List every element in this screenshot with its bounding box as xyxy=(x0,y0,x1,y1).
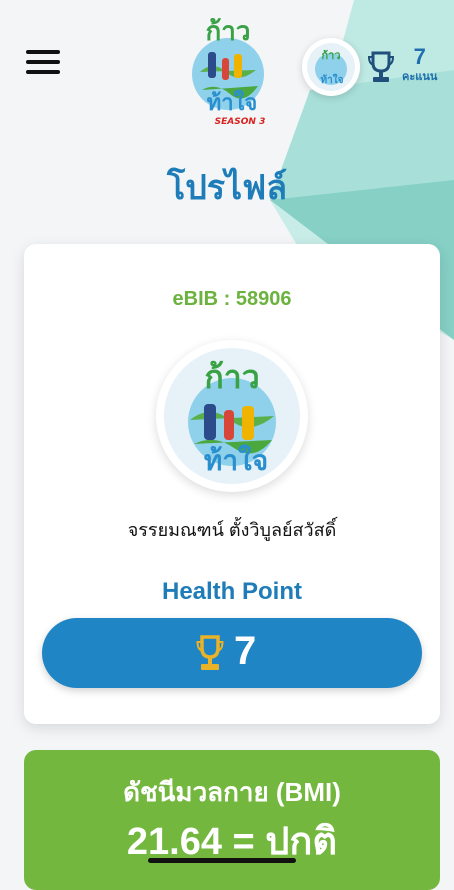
trophy-icon xyxy=(196,635,224,670)
svg-text:ก้าว: ก้าว xyxy=(321,49,340,62)
hamburger-menu-icon[interactable] xyxy=(26,50,62,78)
app-logo: ก้าว ท้าใจ SEASON 3 xyxy=(192,17,266,127)
page-title: โปรไฟล์ xyxy=(166,169,288,207)
avatar[interactable]: ก้าว ท้าใจ xyxy=(302,38,360,96)
header-score: 7 คะแนน xyxy=(402,46,437,84)
trophy-icon xyxy=(368,51,394,82)
bmi-title: ดัชนีมวลกาย (BMI) xyxy=(123,777,341,807)
profile-card: eBIB : 58906 ก้าว ท้าใจ จรรยมณฑน์ ตั้งวิ… xyxy=(24,244,440,724)
profile-avatar[interactable]: ก้าว ท้าใจ xyxy=(156,340,308,492)
score-label: คะแนน xyxy=(402,71,438,83)
health-point-title: Health Point xyxy=(161,578,302,605)
svg-text:ก้าว: ก้าว xyxy=(204,358,259,396)
user-name: จรรยมณฑน์ ตั้งวิบูลย์สวัสดิ์ xyxy=(127,520,337,540)
logo-season-text: SEASON 3 xyxy=(215,117,266,127)
svg-text:ท้าใจ: ท้าใจ xyxy=(204,444,268,477)
home-indicator[interactable] xyxy=(148,858,296,863)
svg-text:ท้าใจ: ท้าใจ xyxy=(207,89,258,116)
svg-text:ก้าว: ก้าว xyxy=(206,17,251,47)
svg-text:ท้าใจ: ท้าใจ xyxy=(321,73,344,86)
ebib-label: eBIB : 58906 xyxy=(172,288,292,310)
health-point-button[interactable]: 7 xyxy=(42,618,422,688)
score-value: 7 xyxy=(413,44,426,69)
top-bar: ก้าว ท้าใจ SEASON 3 ก้าว ท้าใจ 7 คะแนน xyxy=(0,0,454,140)
bmi-card[interactable]: ดัชนีมวลกาย (BMI) 21.64 = ปกติ xyxy=(24,750,440,890)
health-point-value: 7 xyxy=(234,629,257,673)
